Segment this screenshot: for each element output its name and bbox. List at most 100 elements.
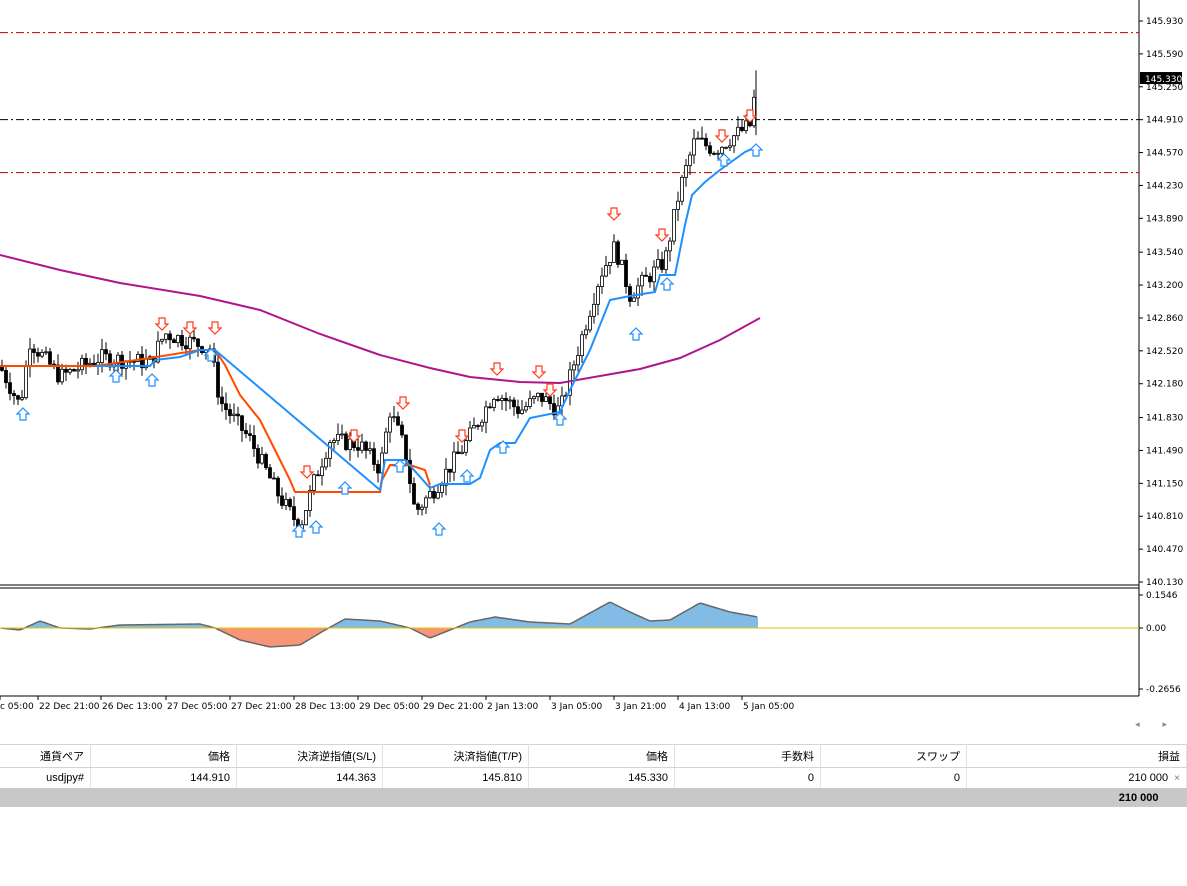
candle-body <box>180 335 184 347</box>
candle-body <box>548 396 552 404</box>
candle-body <box>592 303 596 317</box>
cell-price: 145.330 <box>528 767 675 788</box>
candle-body <box>388 416 392 433</box>
candle-body <box>8 382 12 394</box>
oscillator-histogram <box>0 602 758 647</box>
candle-body <box>672 209 676 242</box>
col-tp[interactable]: 決済指値(T/P) <box>382 744 529 768</box>
time-tick-label: 29 Dec 21:00 <box>423 702 484 712</box>
candle-body <box>696 137 700 140</box>
total-spacer <box>0 788 967 807</box>
candle-body <box>488 406 492 409</box>
candle-body <box>268 467 272 479</box>
table-row[interactable]: usdjpy# 144.910 144.363 145.810 145.330 … <box>0 767 1187 788</box>
candle-body <box>536 392 540 398</box>
candle-body <box>636 285 640 299</box>
candle-body <box>604 265 608 277</box>
time-tick-label: c 05:00 <box>0 702 34 712</box>
candle-body <box>56 364 60 383</box>
candle-body <box>436 492 440 499</box>
candle-body <box>4 370 8 384</box>
col-profit[interactable]: 損益 <box>966 744 1187 768</box>
profit-value: 210 000 <box>1128 772 1169 784</box>
table-header-row: 通貨ペア 価格 決済逆指値(S/L) 決済指値(T/P) 価格 手数料 スワップ… <box>0 744 1187 768</box>
candle-body <box>304 510 308 526</box>
col-symbol[interactable]: 通貨ペア <box>0 744 91 768</box>
candle-body <box>312 474 316 491</box>
candle-body <box>84 357 88 365</box>
candle-body <box>412 483 416 505</box>
candle-body <box>688 154 692 166</box>
candle-body <box>364 441 368 451</box>
price-axis: 145.930145.590145.250144.910144.570144.2… <box>1139 17 1183 588</box>
osc-tick-label: -0.2656 <box>1146 685 1181 695</box>
candle-body <box>540 392 544 402</box>
candle-body <box>164 333 168 340</box>
main-chart-area[interactable] <box>0 0 1139 585</box>
candle-body <box>324 457 328 468</box>
trade-panel: ◂ ▸ 通貨ペア 価格 決済逆指値(S/L) 決済指値(T/P) 価格 手数料 … <box>0 718 1187 886</box>
candle-body <box>620 259 624 265</box>
candle-body <box>176 335 180 344</box>
candle-body <box>680 176 684 202</box>
current-price-label: 145.330 <box>1140 72 1182 85</box>
candle-body <box>432 491 436 499</box>
candle-body <box>452 451 456 473</box>
candle-body <box>692 138 696 156</box>
price-tick-label: 145.930 <box>1146 17 1183 27</box>
candle-body <box>264 454 268 469</box>
candle-body <box>532 396 536 400</box>
candle-body <box>496 399 500 401</box>
time-tick-label: 28 Dec 13:00 <box>295 702 356 712</box>
cell-sl[interactable]: 144.363 <box>236 767 383 788</box>
price-chart[interactable]: 145.930145.590145.250144.910144.570144.2… <box>0 0 1187 718</box>
candle-body <box>456 451 460 454</box>
candle-body <box>40 352 44 357</box>
candle-body <box>588 315 592 331</box>
candle-body <box>640 274 644 287</box>
close-position-icon[interactable]: × <box>1174 773 1180 784</box>
positions-table: 通貨ペア 価格 決済逆指値(S/L) 決済指値(T/P) 価格 手数料 スワップ… <box>0 744 1187 807</box>
candle-body <box>80 357 84 371</box>
candle-body <box>664 250 668 270</box>
candle-body <box>440 484 444 493</box>
candle-body <box>740 126 744 131</box>
candle-body <box>288 499 292 508</box>
candle-body <box>400 424 404 436</box>
candle-body <box>676 200 680 210</box>
candle-body <box>72 369 76 372</box>
candle-body <box>368 448 372 451</box>
total-profit-value: 210 000 <box>1118 791 1159 804</box>
oscillator-axis: 0.1546 0.00 -0.2656 <box>1139 591 1181 695</box>
candle-body <box>416 503 420 510</box>
candle-body <box>32 348 36 353</box>
candle-body <box>320 466 324 476</box>
price-tick-label: 144.230 <box>1146 181 1183 191</box>
time-tick-label: 3 Jan 05:00 <box>551 702 603 712</box>
time-tick-label: 4 Jan 13:00 <box>679 702 731 712</box>
cell-tp[interactable]: 145.810 <box>382 767 529 788</box>
col-open-price[interactable]: 価格 <box>90 744 237 768</box>
candle-body <box>684 165 688 178</box>
candle-body <box>332 440 336 443</box>
candle-body <box>472 425 476 429</box>
col-sl[interactable]: 決済逆指値(S/L) <box>236 744 383 768</box>
candle-body <box>628 286 632 302</box>
candle-body <box>252 435 256 449</box>
col-swap[interactable]: スワップ <box>820 744 967 768</box>
candle-body <box>256 448 260 464</box>
candle-body <box>612 241 616 263</box>
candle-body <box>184 345 188 350</box>
candle-body <box>316 474 320 477</box>
candle-body <box>60 368 64 383</box>
candle-body <box>656 259 660 268</box>
col-commission[interactable]: 手数料 <box>674 744 821 768</box>
candle-body <box>520 409 524 414</box>
time-tick-label: 27 Dec 05:00 <box>167 702 228 712</box>
panel-scroll-arrows[interactable]: ◂ ▸ <box>1135 720 1177 730</box>
price-tick-label: 143.200 <box>1146 281 1183 291</box>
candle-body <box>20 397 24 400</box>
candle-body <box>240 415 244 431</box>
col-price[interactable]: 価格 <box>528 744 675 768</box>
candle-body <box>524 406 528 411</box>
